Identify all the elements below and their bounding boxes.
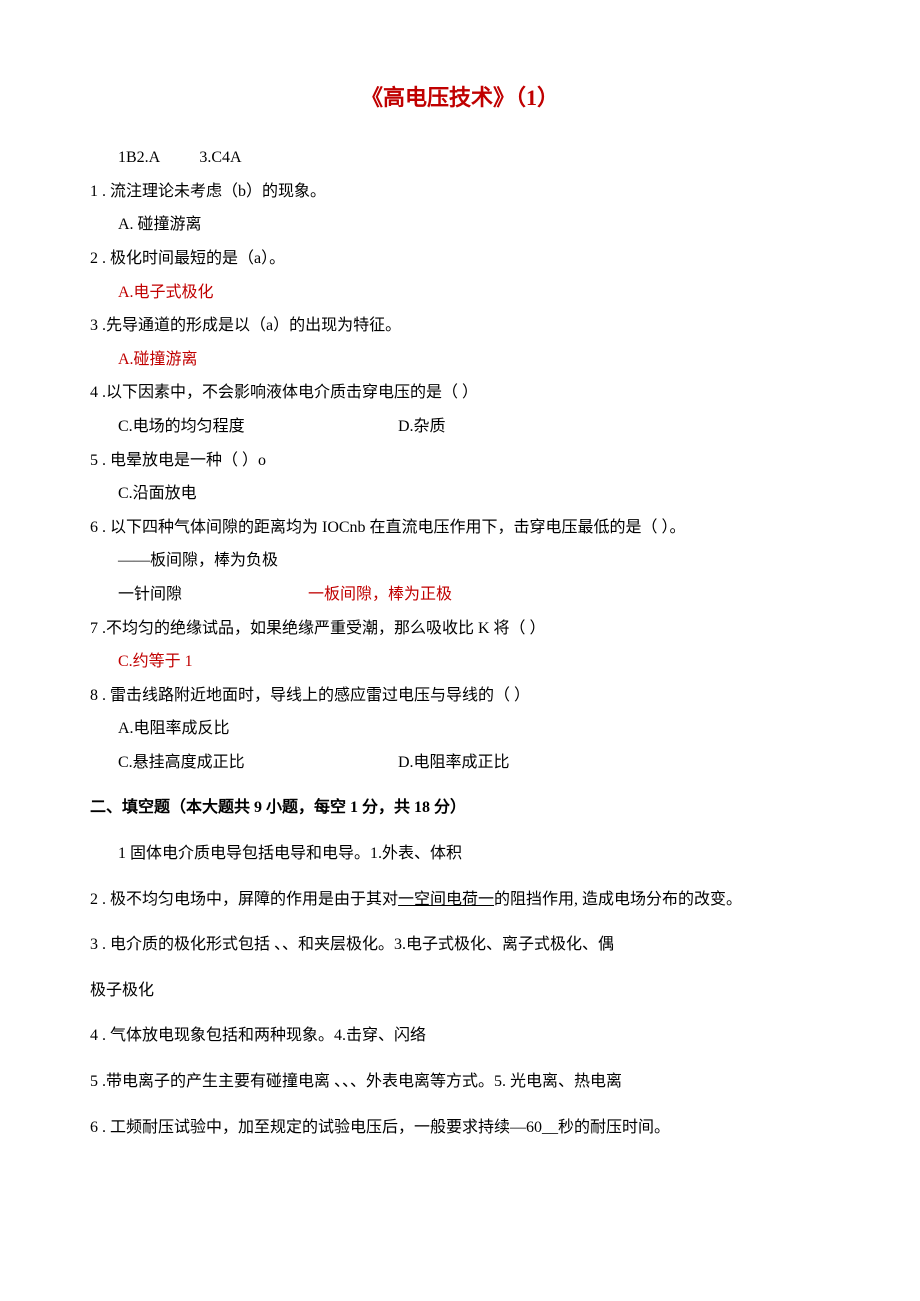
- q4-text: .以下因素中，不会影响液体电介质击穿电压的是（ ）: [98, 384, 478, 401]
- q1-num: 1: [90, 183, 98, 200]
- q6-text: . 以下四种气体间隙的距离均为 IOCnb 在直流电压作用下，击穿电压最低的是（…: [98, 519, 686, 536]
- q4-option-c: C.电场的均匀程度: [118, 414, 398, 440]
- q8-option-c: C.悬挂高度成正比: [118, 750, 398, 776]
- q8-options-cd: C.悬挂高度成正比 D.电阻率成正比: [90, 750, 830, 776]
- f4-num: 4: [90, 1027, 98, 1044]
- fill-3-cont: 极子极化: [90, 978, 830, 1004]
- question-7: 7 .不均匀的绝缘试品，如果绝缘严重受潮，那么吸收比 K 将（ ）: [90, 616, 830, 642]
- q6-options-row2: 一针间隙 一板间隙，棒为正极: [90, 582, 830, 608]
- q4-options-row: C.电场的均匀程度 D.杂质: [90, 414, 830, 440]
- q7-option-c: C.约等于 1: [90, 649, 830, 675]
- f4-text: . 气体放电现象包括和两种现象。4.击穿、闪络: [98, 1027, 426, 1044]
- q7-num: 7: [90, 620, 98, 637]
- f2-num: 2: [90, 891, 98, 908]
- f3-text: . 电介质的极化形式包括 、、和夹层极化。3.电子式极化、离子式极化、偶: [98, 936, 614, 953]
- q5-option-c: C.沿面放电: [90, 481, 830, 507]
- question-1: 1 . 流注理论未考虑（b）的现象。: [90, 179, 830, 205]
- f6-text: . 工频耐压试验中，加至规定的试验电压后，一般要求持续―60__秒的耐压时间。: [98, 1119, 670, 1136]
- q8-option-a: A.电阻率成反比: [90, 716, 830, 742]
- f3-num: 3: [90, 936, 98, 953]
- section-2-header: 二、填空题（本大题共 9 小题，每空 1 分，共 18 分）: [90, 795, 830, 821]
- q3-num: 3: [90, 317, 98, 334]
- fill-5: 5 .带电离子的产生主要有碰撞电离 、、、外表电离等方式。5. 光电离、热电离: [90, 1069, 830, 1095]
- q8-text: . 雷击线路附近地面时，导线上的感应雷过电压与导线的（ ）: [98, 687, 530, 704]
- fill-4: 4 . 气体放电现象包括和两种现象。4.击穿、闪络: [90, 1023, 830, 1049]
- q1-text: . 流注理论未考虑（b）的现象。: [98, 183, 326, 200]
- q3-option-a: A.碰撞游离: [90, 347, 830, 373]
- fill-2: 2 . 极不均匀电场中，屏障的作用是由于其对一空间电荷一的阻挡作用, 造成电场分…: [90, 887, 830, 913]
- q5-text: . 电晕放电是一种（ ）o: [98, 452, 266, 469]
- q1-option-a: A. 碰撞游离: [90, 212, 830, 238]
- q6-num: 6: [90, 519, 98, 536]
- f2-after: 的阻挡作用, 造成电场分布的改变。: [494, 891, 742, 908]
- q2-text: . 极化时间最短的是（a）。: [98, 250, 285, 267]
- answer-key-line: 1B2.A 3.C4A: [90, 145, 830, 171]
- question-8: 8 . 雷击线路附近地面时，导线上的感应雷过电压与导线的（ ）: [90, 683, 830, 709]
- question-6: 6 . 以下四种气体间隙的距离均为 IOCnb 在直流电压作用下，击穿电压最低的…: [90, 515, 830, 541]
- q4-option-d: D.杂质: [398, 414, 446, 440]
- q7-text: .不均匀的绝缘试品，如果绝缘严重受潮，那么吸收比 K 将（ ）: [98, 620, 546, 637]
- page-title: 《高电压技术》（1）: [90, 80, 830, 115]
- q2-option-a: A.电子式极化: [90, 280, 830, 306]
- q4-num: 4: [90, 384, 98, 401]
- question-4: 4 .以下因素中，不会影响液体电介质击穿电压的是（ ）: [90, 380, 830, 406]
- fill-6: 6 . 工频耐压试验中，加至规定的试验电压后，一般要求持续―60__秒的耐压时间…: [90, 1115, 830, 1141]
- question-3: 3 .先导通道的形成是以（a）的出现为特征。: [90, 313, 830, 339]
- q2-num: 2: [90, 250, 98, 267]
- question-2: 2 . 极化时间最短的是（a）。: [90, 246, 830, 272]
- fill-1: 1 固体电介质电导包括电导和电导。1.外表、体积: [90, 841, 830, 867]
- f5-num: 5: [90, 1073, 98, 1090]
- fill-3: 3 . 电介质的极化形式包括 、、和夹层极化。3.电子式极化、离子式极化、偶: [90, 932, 830, 958]
- q3-text: .先导通道的形成是以（a）的出现为特征。: [98, 317, 401, 334]
- q6-option-right: 一板间隙，棒为正极: [308, 582, 452, 608]
- q6-option-line1: ——板间隙，棒为负极: [90, 548, 830, 574]
- question-5: 5 . 电晕放电是一种（ ）o: [90, 448, 830, 474]
- f5-text: .带电离子的产生主要有碰撞电离 、、、外表电离等方式。5. 光电离、热电离: [98, 1073, 622, 1090]
- q6-option-left: 一针间隙: [118, 582, 308, 608]
- q5-num: 5: [90, 452, 98, 469]
- q8-option-d: D.电阻率成正比: [398, 750, 510, 776]
- f2-before: . 极不均匀电场中，屏障的作用是由于其对: [98, 891, 398, 908]
- q8-num: 8: [90, 687, 98, 704]
- f6-num: 6: [90, 1119, 98, 1136]
- f2-underline: 一空间电荷一: [398, 891, 494, 908]
